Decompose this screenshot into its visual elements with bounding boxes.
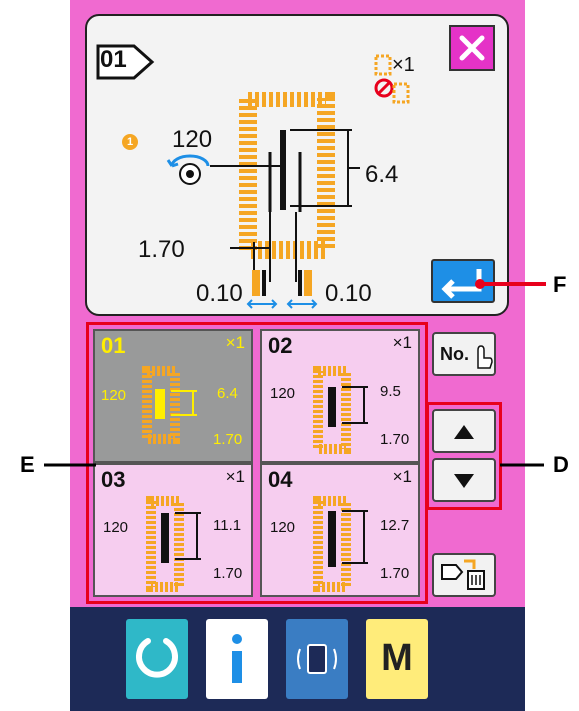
hand-pointer-icon [477,345,493,369]
clamp-left-value: 0.10 [196,280,243,307]
mode-button[interactable]: M [366,619,428,699]
copy-delete-icon [441,559,485,590]
callout-label-d: D [553,452,569,477]
pattern-list-highlight-box [86,322,428,604]
scroll-buttons-highlight-box [426,402,502,510]
reset-icon [136,638,178,678]
status-marker: 1 [122,134,138,150]
pattern-number-badge: 01 [96,40,156,84]
repeat-count: ×1 [392,54,415,76]
communication-button[interactable] [286,619,348,699]
callout-label-f: F [553,272,567,297]
dimension-left: 1.70 [138,236,185,263]
callout-label-e: E [20,452,35,477]
mode-button-label: M [381,637,413,679]
repeat-pattern-icon [374,54,392,76]
close-icon [459,35,485,61]
number-input-label: No. [440,344,469,364]
info-icon [232,634,242,683]
dimension-right: 6.4 [365,161,399,188]
reset-button[interactable] [126,619,188,699]
number-input-button[interactable]: No. [432,332,496,376]
copy-delete-button[interactable] [432,553,496,597]
clamp-right-value: 0.10 [325,280,372,307]
communication-icon [297,644,337,674]
callout-line-f [475,279,546,289]
callout-line-e [44,463,96,467]
callout-line-d [500,463,544,467]
stitch-diagram [210,92,360,309]
close-button[interactable] [449,25,495,71]
pattern-number: 01 [100,46,127,73]
information-button[interactable] [206,619,268,699]
